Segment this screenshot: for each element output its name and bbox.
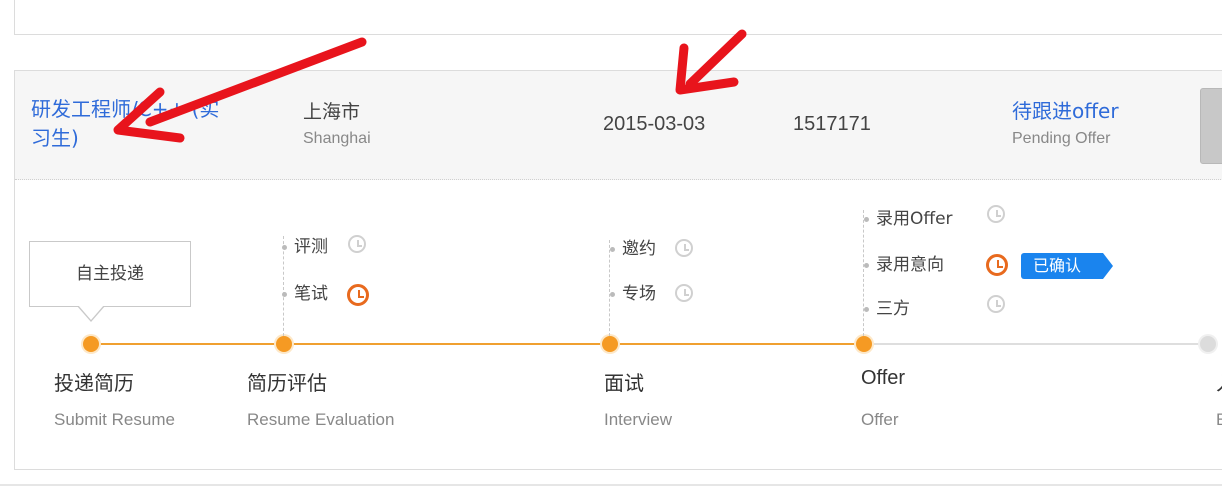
bullet-dot: [864, 263, 869, 268]
bullet-dot: [282, 292, 287, 297]
job-id: 1517171: [793, 113, 871, 135]
bullet-dot: [610, 292, 615, 297]
substep-item: 三方: [864, 297, 910, 321]
progress-line: [91, 343, 863, 345]
card-header: 研发工程师/C++ (实习生) 上海市 Shanghai 2015-03-03 …: [15, 71, 1222, 180]
substep-label: 录用Offer: [876, 209, 953, 229]
substep-label: 录用意向: [876, 255, 944, 275]
application-date: 2015-03-03: [603, 113, 706, 135]
substep-label: 三方: [876, 299, 910, 319]
substep-label: 评测: [294, 237, 328, 257]
stage-node-evaluation[interactable]: [276, 336, 292, 352]
bullet-dot: [610, 247, 615, 252]
substep-label: 笔试: [294, 284, 328, 304]
stage-node-interview[interactable]: [602, 336, 618, 352]
tooltip-tail-inner: [78, 305, 104, 320]
stage-label-en: Interview: [604, 410, 673, 429]
stage-label-en: Resume Evaluation: [247, 410, 395, 429]
clock-icon[interactable]: [987, 295, 1005, 313]
action-button[interactable]: [1200, 88, 1222, 164]
substep-item: 录用Offer: [864, 207, 953, 231]
substep-label: 专场: [622, 284, 656, 304]
stage-label-cn: Offer: [861, 367, 906, 389]
substep-connector: [609, 240, 610, 336]
clock-icon[interactable]: [987, 205, 1005, 223]
clock-active-icon[interactable]: [347, 284, 369, 306]
stage-label-cn: 简历评估: [247, 371, 327, 395]
stage-node-entry[interactable]: [1200, 336, 1216, 352]
status-link[interactable]: 待跟进offer: [1012, 95, 1119, 124]
substep-item: 邀约: [610, 237, 656, 261]
stage-label-en: E: [1216, 410, 1222, 429]
stage-label-cn: 面试: [604, 371, 644, 395]
substep-item: 录用意向: [864, 253, 944, 277]
stage-label-cn: 投递简历: [54, 371, 134, 395]
substep-label: 邀约: [622, 239, 656, 259]
previous-card: [14, 0, 1222, 35]
job-title-link[interactable]: 研发工程师/C++ (实习生): [31, 95, 231, 153]
substep-item: 笔试: [282, 282, 328, 306]
stage-label-en: Offer: [861, 410, 899, 429]
clock-icon[interactable]: [675, 239, 693, 257]
substep-item: 专场: [610, 282, 656, 306]
pending-line: [863, 343, 1209, 345]
stage-label-cn: 入: [1216, 367, 1222, 396]
substep-item: 评测: [282, 235, 328, 259]
bullet-dot: [282, 245, 287, 250]
stage-node-submit[interactable]: [83, 336, 99, 352]
substep-connector: [283, 236, 284, 336]
source-tooltip: 自主投递: [29, 241, 191, 307]
city-name-en: Shanghai: [303, 130, 371, 147]
clock-icon[interactable]: [675, 284, 693, 302]
status-en: Pending Offer: [1012, 130, 1111, 147]
bullet-dot: [864, 217, 869, 222]
stage-node-offer[interactable]: [856, 336, 872, 352]
confirmed-badge: 已确认: [1021, 253, 1113, 279]
stage-label-en: Submit Resume: [54, 410, 175, 429]
clock-icon[interactable]: [348, 235, 366, 253]
clock-active-icon[interactable]: [986, 254, 1008, 276]
substep-connector: [863, 210, 864, 336]
bullet-dot: [864, 307, 869, 312]
city-name: 上海市: [303, 101, 361, 123]
